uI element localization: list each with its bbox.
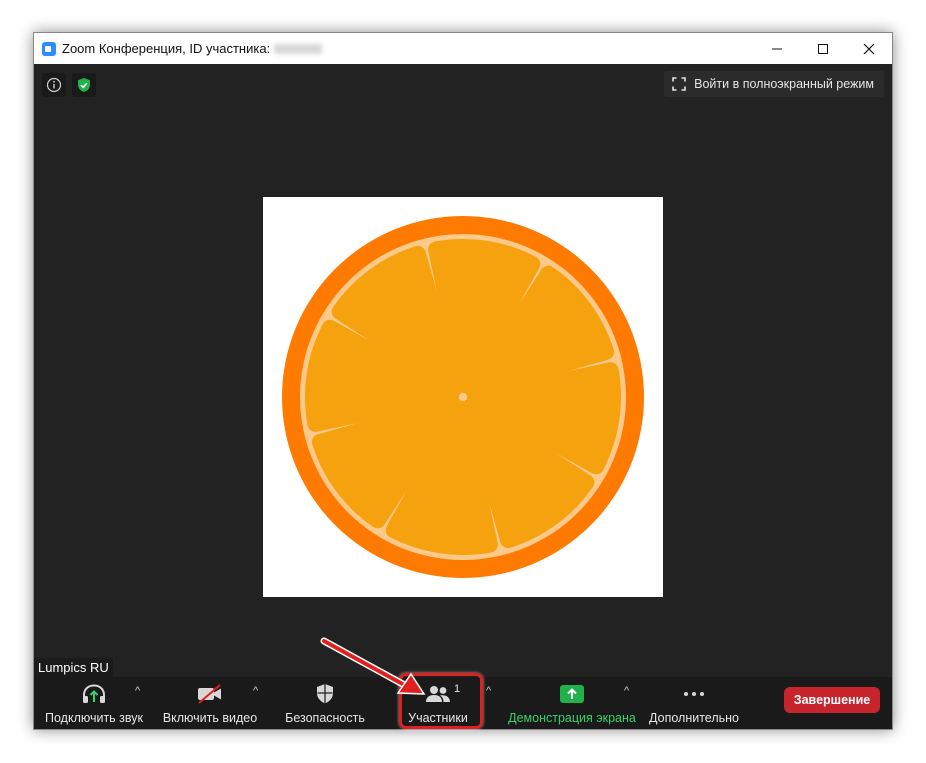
- title-bar: Zoom Конференция, ID участника:: [34, 33, 892, 64]
- video-options-caret[interactable]: ^: [253, 685, 258, 697]
- info-icon[interactable]: [42, 73, 66, 97]
- fullscreen-button[interactable]: Войти в полноэкранный режим: [664, 71, 884, 97]
- orange-slice-avatar: [282, 216, 644, 578]
- meeting-info-icons: [42, 73, 96, 97]
- participant-video-tile: [263, 197, 663, 597]
- end-meeting-button[interactable]: Завершение: [784, 687, 880, 713]
- headphones-icon: [83, 684, 105, 703]
- shield-check-icon[interactable]: [72, 73, 96, 97]
- blurred-meeting-id: [274, 43, 323, 54]
- participants-options-caret[interactable]: ^: [486, 685, 491, 697]
- zoom-window: Zoom Конференция, ID участника: Войти в …: [33, 32, 893, 730]
- zoom-logo-icon: [42, 41, 56, 56]
- share-options-caret[interactable]: ^: [624, 685, 629, 697]
- more-label: Дополнительно: [649, 711, 739, 725]
- maximize-button[interactable]: [800, 33, 846, 64]
- share-screen-icon: [560, 685, 584, 703]
- security-label: Безопасность: [285, 711, 365, 725]
- participants-highlight-annotation: [399, 673, 483, 729]
- fullscreen-icon: [672, 77, 686, 91]
- minimize-button[interactable]: [754, 33, 800, 64]
- security-shield-icon: [317, 684, 333, 704]
- close-button[interactable]: [846, 33, 892, 64]
- more-button[interactable]: Дополнительно: [646, 677, 742, 729]
- window-title: Zoom Конференция, ID участника:: [62, 41, 271, 56]
- share-screen-button[interactable]: Демонстрация экрана: [508, 677, 636, 729]
- join-audio-button[interactable]: Подключить звук: [42, 677, 146, 729]
- start-video-label: Включить видео: [162, 711, 258, 725]
- fullscreen-label: Войти в полноэкранный режим: [694, 77, 874, 91]
- more-dots-icon: [684, 692, 704, 696]
- share-screen-label: Демонстрация экрана: [508, 711, 636, 725]
- video-off-icon: [198, 684, 221, 704]
- participant-name-label: Lumpics RU: [34, 658, 113, 677]
- audio-options-caret[interactable]: ^: [135, 685, 140, 697]
- start-video-button[interactable]: Включить видео: [162, 677, 258, 729]
- join-audio-label: Подключить звук: [45, 711, 143, 725]
- security-button[interactable]: Безопасность: [282, 677, 368, 729]
- window-controls: [754, 33, 892, 64]
